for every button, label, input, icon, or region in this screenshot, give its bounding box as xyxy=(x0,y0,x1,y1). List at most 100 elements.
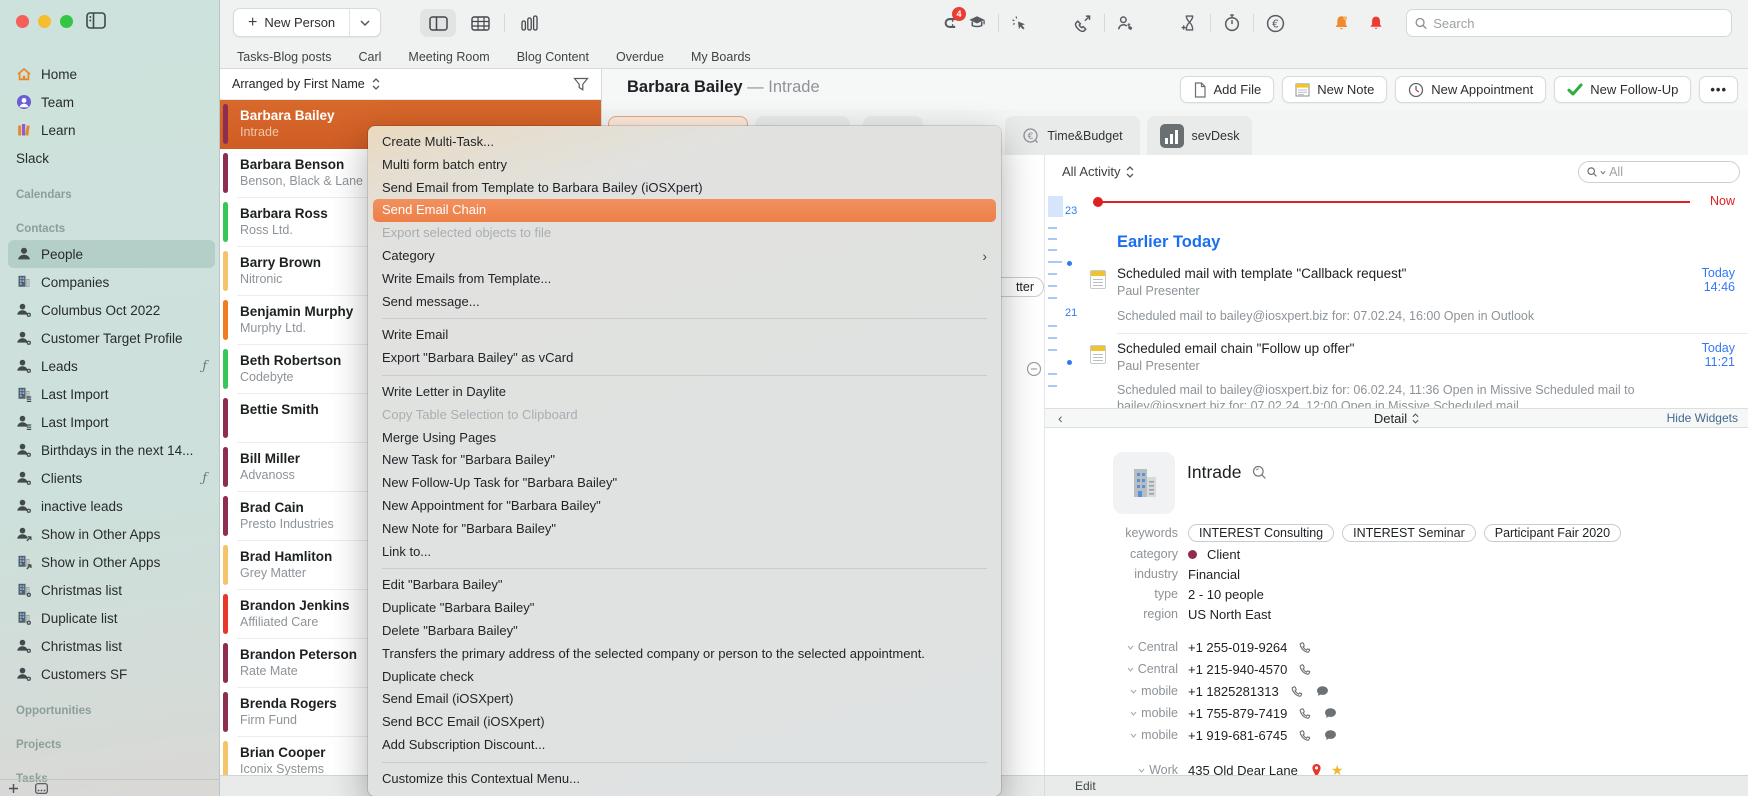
menu-item-transfers-the-primary-address-of-the-sel[interactable]: Transfers the primary address of the sel… xyxy=(373,643,996,666)
new-person-dropdown-chevron[interactable] xyxy=(350,19,380,26)
view-tab-overdue[interactable]: Overdue xyxy=(616,50,664,64)
activity-bell-icon[interactable] xyxy=(1333,14,1350,32)
menu-item-multi-form-batch-entry[interactable]: Multi form batch entry xyxy=(373,154,996,177)
call-icon[interactable] xyxy=(1291,685,1304,698)
sort-bar[interactable]: Arranged by First Name xyxy=(220,69,601,100)
view-tab-carl[interactable]: Carl xyxy=(358,50,381,64)
keyword-pill[interactable]: INTEREST Seminar xyxy=(1342,524,1476,542)
sidebar-item-columbus-oct-2022[interactable]: Columbus Oct 2022 xyxy=(8,296,215,324)
message-icon[interactable] xyxy=(1316,685,1329,697)
outgoing-call-icon[interactable] xyxy=(1074,14,1092,32)
menu-item-send-email-from-template-to-barbara-bail[interactable]: Send Email from Template to Barbara Bail… xyxy=(373,177,996,200)
sidebar-item-christmas-list[interactable]: Christmas list xyxy=(8,632,215,660)
menu-item-send-bcc-email-iosxpert[interactable]: Send BCC Email (iOSXpert) xyxy=(373,711,996,734)
menu-item-new-appointment-for-barbara-bailey[interactable]: New Appointment for "Barbara Bailey" xyxy=(373,495,996,518)
menu-item-write-emails-from-template[interactable]: Write Emails from Template... xyxy=(373,268,996,291)
sidebar-item-companies[interactable]: Companies xyxy=(8,268,215,296)
map-pin-icon[interactable] xyxy=(1310,763,1323,775)
menu-item-category[interactable]: Category › xyxy=(373,245,996,268)
sidebar-item-last-import[interactable]: Last Import xyxy=(8,408,215,436)
sidebar-item-home[interactable]: Home xyxy=(8,60,215,88)
sidebar-item-leads[interactable]: Leads ƒ xyxy=(8,352,215,380)
menu-item-link-to[interactable]: Link to... xyxy=(373,541,996,564)
sidebar-item-learn[interactable]: Learn xyxy=(8,116,215,144)
close-window-button[interactable] xyxy=(16,15,29,28)
call-icon[interactable] xyxy=(1299,707,1312,720)
view-tab-tasks-blog-posts[interactable]: Tasks-Blog posts xyxy=(237,50,331,64)
menu-item-add-subscription-discount[interactable]: Add Subscription Discount... xyxy=(373,734,996,757)
call-icon[interactable] xyxy=(1299,729,1312,742)
click-assistant-icon[interactable] xyxy=(1011,15,1028,32)
add-file-button[interactable]: Add File xyxy=(1179,76,1275,103)
widget-tab-sevdesk[interactable]: sevDesk xyxy=(1147,116,1252,155)
minimize-window-button[interactable] xyxy=(38,15,51,28)
menu-item-duplicate-barbara-bailey[interactable]: Duplicate "Barbara Bailey" xyxy=(373,597,996,620)
sidebar-item-show-in-other-apps[interactable]: Show in Other Apps xyxy=(8,520,215,548)
menu-item-merge-using-pages[interactable]: Merge Using Pages xyxy=(373,427,996,450)
widget-tab-time-budget[interactable]: € Time&Budget xyxy=(1005,116,1140,155)
fullscreen-window-button[interactable] xyxy=(60,15,73,28)
sidebar-item-team[interactable]: Team xyxy=(8,88,215,116)
new-person-button[interactable]: + New Person xyxy=(233,8,382,37)
detail-pane-selector[interactable]: Detail xyxy=(1045,411,1748,426)
sidebar-item-christmas-list[interactable]: Christmas list xyxy=(8,576,215,604)
sidebar-item-show-in-other-apps[interactable]: Show in Other Apps xyxy=(8,548,215,576)
sidebar-item-people[interactable]: People xyxy=(8,240,215,268)
sidebar-toggle-icon[interactable] xyxy=(86,12,106,29)
favorite-star-icon[interactable]: ★ xyxy=(1331,763,1344,776)
collapse-icon[interactable] xyxy=(1026,361,1042,377)
sidebar-item-last-import[interactable]: Last Import xyxy=(8,380,215,408)
sidebar-item-slack[interactable]: Slack xyxy=(8,144,215,172)
menu-item-export-barbara-bailey-as-vcard[interactable]: Export "Barbara Bailey" as vCard xyxy=(373,347,996,370)
more-actions-button[interactable]: ••• xyxy=(1699,76,1738,103)
table-view-button[interactable] xyxy=(462,9,498,37)
sidebar-item-duplicate-list[interactable]: Duplicate list xyxy=(8,604,215,632)
menu-item-edit-barbara-bailey[interactable]: Edit "Barbara Bailey" xyxy=(373,574,996,597)
add-list-button[interactable] xyxy=(8,783,19,794)
list-options-icon[interactable] xyxy=(35,782,48,794)
filter-funnel-icon[interactable] xyxy=(573,77,589,92)
menu-item-send-email-iosxpert[interactable]: Send Email (iOSXpert) xyxy=(373,688,996,711)
sidebar-item-customer-target-profile[interactable]: Customer Target Profile xyxy=(8,324,215,352)
sidebar-item-customers-sf[interactable]: Customers SF xyxy=(8,660,215,688)
split-view-button[interactable] xyxy=(420,9,456,37)
sidebar-item-birthdays-in-the-next-14-[interactable]: Birthdays in the next 14... xyxy=(8,436,215,464)
menu-item-send-message[interactable]: Send message... xyxy=(373,291,996,314)
call-icon[interactable] xyxy=(1299,663,1312,676)
activity-item-title[interactable]: Scheduled mail with template "Callback r… xyxy=(1117,266,1406,281)
menu-item-duplicate-check[interactable]: Duplicate check xyxy=(373,666,996,689)
sidebar-item-inactive-leads[interactable]: inactive leads xyxy=(8,492,215,520)
menu-item-write-letter-in-daylite[interactable]: Write Letter in Daylite xyxy=(373,381,996,404)
view-tab-meeting-room[interactable]: Meeting Room xyxy=(408,50,489,64)
keyword-pill[interactable]: INTEREST Consulting xyxy=(1188,524,1335,542)
activity-filter-input[interactable] xyxy=(1609,165,1731,179)
plugin-magnet-icon[interactable]: 4 xyxy=(940,7,966,32)
lookup-icon[interactable] xyxy=(1252,465,1267,480)
menu-item-send-email-chain[interactable]: Send Email Chain xyxy=(373,199,996,223)
menu-item-create-multi-task[interactable]: Create Multi-Task... xyxy=(373,131,996,154)
view-tab-my-boards[interactable]: My Boards xyxy=(691,50,751,64)
chart-view-button[interactable] xyxy=(511,9,547,37)
message-icon[interactable] xyxy=(1324,707,1337,719)
menu-item-customize-this-contextual-menu[interactable]: Customize this Contextual Menu... xyxy=(373,768,996,791)
billing-euro-icon[interactable]: € xyxy=(1266,14,1285,33)
call-icon[interactable] xyxy=(1299,641,1312,654)
menu-item-delete-barbara-bailey[interactable]: Delete "Barbara Bailey" xyxy=(373,620,996,643)
hide-widgets-link[interactable]: Hide Widgets xyxy=(1667,411,1738,425)
learn-academy-icon[interactable] xyxy=(968,15,986,31)
new-follow-up-button[interactable]: New Follow-Up xyxy=(1554,76,1692,103)
menu-item-new-follow-up-task-for-barbara-bailey[interactable]: New Follow-Up Task for "Barbara Bailey" xyxy=(373,472,996,495)
add-time-icon[interactable] xyxy=(1181,14,1198,32)
sidebar-item-clients[interactable]: Clients ƒ xyxy=(8,464,215,492)
activity-item-title[interactable]: Scheduled email chain "Follow up offer" xyxy=(1117,341,1354,356)
edit-button[interactable]: Edit xyxy=(1075,779,1096,793)
timer-icon[interactable] xyxy=(1223,14,1241,32)
new-appointment-button[interactable]: New Appointment xyxy=(1395,76,1547,103)
new-note-button[interactable]: New Note xyxy=(1282,76,1388,103)
view-tab-blog-content[interactable]: Blog Content xyxy=(517,50,589,64)
activity-filter-dropdown[interactable]: All Activity xyxy=(1062,164,1134,179)
alert-bell-icon[interactable] xyxy=(1368,14,1384,32)
menu-item-new-task-for-barbara-bailey[interactable]: New Task for "Barbara Bailey" xyxy=(373,449,996,472)
message-icon[interactable] xyxy=(1324,729,1337,741)
search-input[interactable] xyxy=(1433,15,1723,31)
